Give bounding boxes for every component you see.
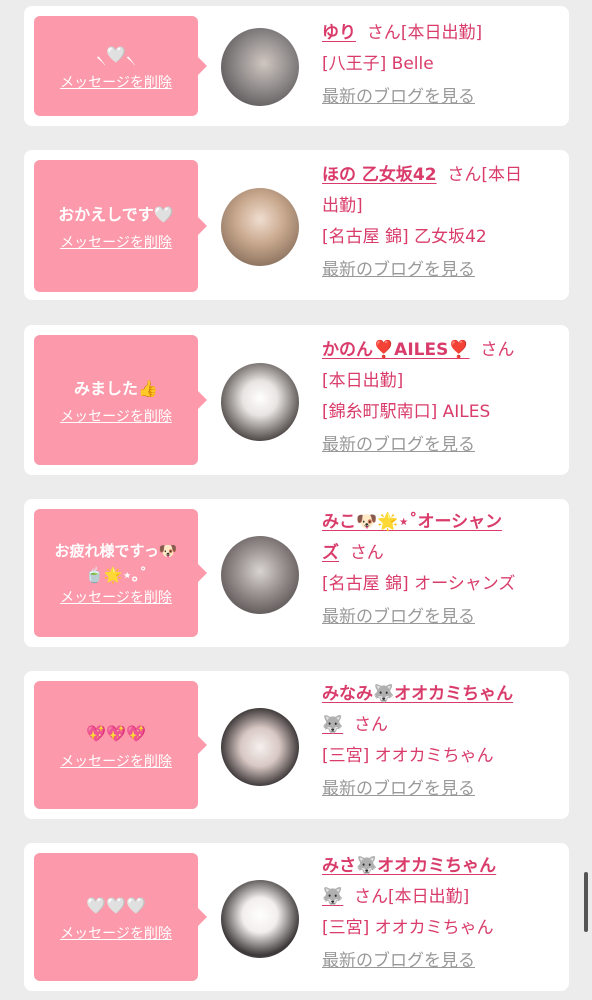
shop-label: [名古屋 錦] 乙女坂42 [322,227,487,247]
girl-name-link[interactable]: ほの 乙女坂42 [322,165,437,185]
message-bubble: おかえしです🤍 メッセージを削除 [34,160,207,292]
message-text: ৲🤍৲ [96,44,136,64]
san-label: さん [353,887,388,907]
delete-message-link[interactable]: メッセージを削除 [60,234,172,252]
message-bubble: ৲🤍৲ メッセージを削除 [34,16,207,116]
shop-label: [錦糸町駅南口] AILES [322,402,491,422]
latest-blog-link[interactable]: 最新のブログを見る [322,602,557,633]
shop-label: [名古屋 錦] オーシャンズ [322,574,516,594]
latest-blog-link[interactable]: 最新のブログを見る [322,430,557,461]
girl-name-link[interactable]: かのん❣️AILES❣️ [322,340,470,360]
delete-message-link[interactable]: メッセージを削除 [60,74,172,92]
san-label: さん [366,23,401,43]
latest-blog-link[interactable]: 最新のブログを見る [322,946,557,977]
delete-message-link[interactable]: メッセージを削除 [60,753,172,771]
delete-message-link[interactable]: メッセージを削除 [60,589,172,607]
latest-blog-link[interactable]: 最新のブログを見る [322,774,557,805]
girl-name-link[interactable]: みなみ🐺オオカミちゃん [322,684,513,704]
status-badge-cont: 出勤] [322,196,363,216]
shop-label: [八王子] Belle [322,54,434,74]
san-label: さん [480,340,515,360]
scrollbar[interactable] [584,872,588,932]
avatar[interactable] [221,28,299,106]
delete-message-link[interactable]: メッセージを削除 [60,925,172,943]
girl-name-link-cont[interactable]: ズ [322,543,339,563]
avatar[interactable] [221,188,299,266]
latest-blog-link[interactable]: 最新のブログを見る [322,82,557,113]
message-bubble: みました👍 メッセージを削除 [34,335,207,465]
message-text: お疲れ様ですっ🐶 🍵🌟⋆｡˚ [54,542,178,584]
san-label: さん [447,165,482,185]
message-text: おかえしです🤍 [58,204,174,224]
avatar[interactable] [221,880,299,958]
message-bubble: お疲れ様ですっ🐶 🍵🌟⋆｡˚ メッセージを削除 [34,509,207,637]
message-card: 💖💖💖 メッセージを削除 みなみ🐺オオカミちゃん 🐺 さん [三宮] オオカミち… [24,671,569,819]
status-badge: [本日出勤] [400,23,483,43]
shop-label: [三宮] オオカミちゃん [322,746,494,766]
girl-name-link[interactable]: みさ🐺オオカミちゃん [322,856,496,876]
message-bubble: 🤍🤍🤍 メッセージを削除 [34,853,207,981]
message-card: おかえしです🤍 メッセージを削除 ほの 乙女坂42 さん[本日 出勤] [名古屋… [24,150,569,300]
girl-name-link-cont[interactable]: 🐺 [322,887,343,907]
latest-blog-link[interactable]: 最新のブログを見る [322,255,557,286]
message-text: 💖💖💖 [86,723,146,743]
shop-label: [三宮] オオカミちゃん [322,918,494,938]
status-badge: [本日 [481,165,523,185]
message-bubble: 💖💖💖 メッセージを削除 [34,681,207,809]
status-badge: [本日出勤] [387,887,470,907]
message-card: みました👍 メッセージを削除 かのん❣️AILES❣️ さん [本日出勤] [錦… [24,325,569,475]
avatar[interactable] [221,708,299,786]
avatar[interactable] [221,536,299,614]
message-card: お疲れ様ですっ🐶 🍵🌟⋆｡˚ メッセージを削除 みこ🐶🌟⋆˚オーシャン ズ さん… [24,499,569,647]
san-label: さん [353,715,388,735]
message-text: みました👍 [74,378,158,398]
avatar[interactable] [221,363,299,441]
delete-message-link[interactable]: メッセージを削除 [60,408,172,426]
girl-name-link[interactable]: みこ🐶🌟⋆˚オーシャン [322,512,502,532]
girl-name-link-cont[interactable]: 🐺 [322,715,343,735]
message-card: 🤍🤍🤍 メッセージを削除 みさ🐺オオカミちゃん 🐺 さん[本日出勤] [三宮] … [24,843,569,991]
san-label: さん [349,543,384,563]
status-badge: [本日出勤] [322,371,404,391]
message-card: ৲🤍৲ メッセージを削除 ゆり さん[本日出勤] [八王子] Belle 最新の… [24,6,569,126]
message-text: 🤍🤍🤍 [86,895,146,915]
girl-name-link[interactable]: ゆり [322,23,356,43]
